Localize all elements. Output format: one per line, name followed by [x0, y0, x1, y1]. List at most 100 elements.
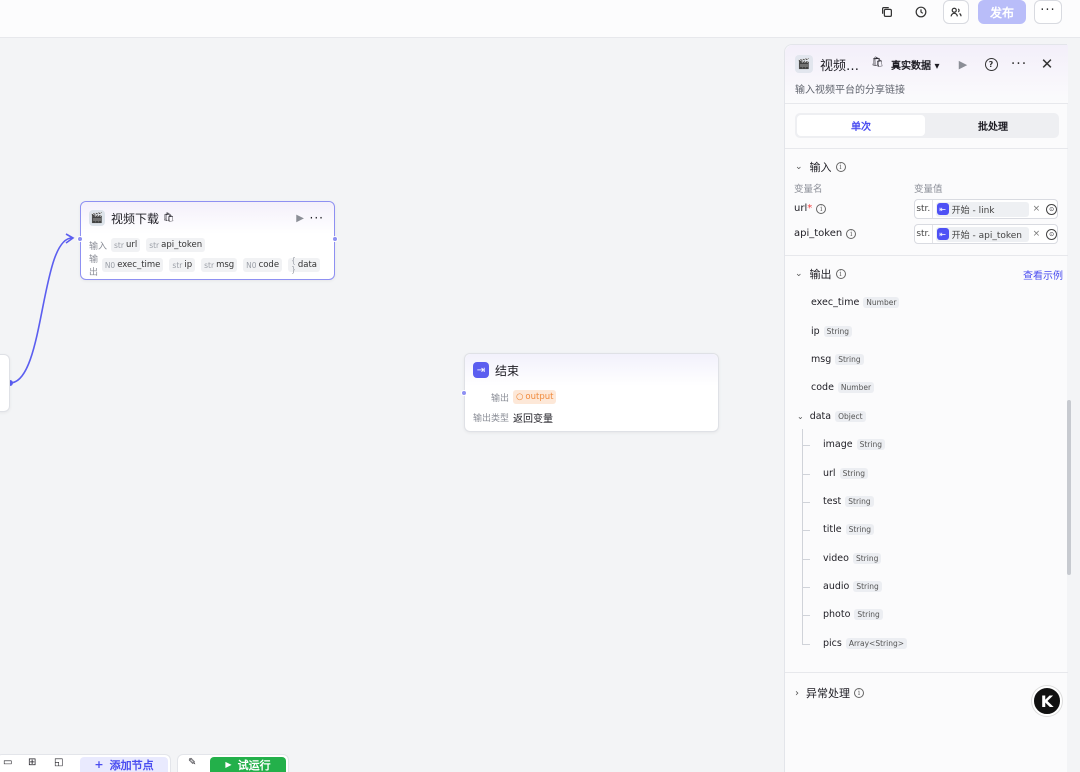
tab-batch[interactable]: 批处理 — [929, 115, 1057, 136]
divider — [785, 672, 1068, 673]
end-output-type-row: 输出类型 返回变量 — [465, 408, 718, 426]
variable-picker-icon[interactable]: ⊙ — [1046, 203, 1057, 215]
output-variable-tag: ○ output — [513, 390, 557, 404]
output-section-header[interactable]: ⌄ 输出 i — [795, 266, 846, 282]
node-title: 视频下载 — [111, 211, 160, 226]
users-icon[interactable] — [943, 0, 969, 24]
store-icon: 🛍 — [163, 213, 175, 223]
output-label: 输出 — [491, 393, 510, 404]
error-section-title: 异常处理 — [806, 687, 850, 700]
output-tag: str ip — [169, 258, 196, 272]
copy-icon[interactable] — [874, 0, 900, 24]
chevron-down-icon: ⌄ — [797, 412, 804, 421]
node-outputs-row: 输出 N0 exec_time str ip str msg N0 code { } da… — [81, 255, 334, 278]
divider — [785, 148, 1068, 149]
info-icon[interactable]: i — [846, 228, 857, 239]
output-item-data[interactable]: ⌄ data Object — [797, 411, 866, 422]
start-node-icon: ⇤ — [936, 203, 949, 215]
output-child-video: video String — [823, 553, 882, 564]
plugin-icon: 🎬 — [89, 210, 105, 226]
output-child-test: test String — [823, 496, 874, 507]
help-icon[interactable]: ? — [981, 54, 1001, 74]
output-port[interactable] — [332, 236, 338, 242]
clear-icon[interactable]: × — [1033, 229, 1041, 239]
variable-reference-field[interactable]: str. ⇤ 开始 - api_token × ⊙ — [914, 224, 1058, 244]
info-icon[interactable]: i — [816, 203, 827, 214]
variable-picker-icon[interactable]: ⊙ — [1046, 228, 1057, 240]
output-child-pics: pics Array<String> — [823, 638, 907, 649]
run-mode-tabs: 单次 批处理 — [795, 113, 1059, 138]
store-icon: 🛍 — [871, 57, 884, 68]
chevron-down-icon: ⌄ — [795, 269, 803, 279]
input-section-header[interactable]: ⌄ 输入 i — [795, 159, 846, 175]
run-node-icon[interactable]: ▶ — [953, 54, 973, 74]
run-node-icon[interactable]: ▶ — [296, 213, 304, 224]
node-header: ⇥ 结束 — [465, 354, 718, 386]
tree-branch — [802, 502, 810, 503]
more-icon[interactable]: ··· — [1034, 0, 1062, 24]
view-example-link[interactable]: 查看示例 — [1023, 267, 1063, 282]
chevron-down-icon: ⌄ — [795, 162, 803, 172]
panel-description: 输入视频平台的分享链接 — [795, 85, 905, 96]
node-title: 结束 — [495, 363, 520, 378]
close-icon[interactable]: ✕ — [1037, 54, 1057, 74]
video-download-node[interactable]: 🎬 视频下载 🛍 ▶ ··· 输入 str url str api_token 输出… — [77, 201, 338, 280]
workflow-canvas[interactable]: 🎬 视频下载 🛍 ▶ ··· 输入 str url str api_token 输出… — [0, 38, 784, 772]
debug-icon[interactable]: ✎ — [188, 757, 196, 768]
node-header: 🎬 视频下载 🛍 ▶ ··· — [81, 202, 334, 234]
tree-branch — [802, 615, 810, 616]
output-item-ip: ip String — [811, 326, 853, 337]
output-item-code: code Number — [811, 382, 875, 393]
divider — [785, 255, 1068, 256]
layout-icon[interactable]: ⊞ — [28, 757, 36, 768]
tree-branch — [802, 445, 810, 446]
info-icon[interactable]: i — [835, 162, 846, 172]
panel-scrollbar[interactable] — [1067, 400, 1071, 575]
type-selector[interactable]: str. — [915, 200, 933, 218]
input-port[interactable] — [461, 390, 467, 396]
more-icon[interactable]: ··· — [1009, 54, 1029, 74]
output-tag: N0 code — [243, 258, 283, 272]
info-icon[interactable]: i — [854, 688, 864, 698]
minimap-icon[interactable]: ▭ — [3, 757, 12, 768]
end-node[interactable]: ⇥ 结束 输出 ○ output 输出类型 返回变量 — [461, 353, 719, 432]
chevron-right-icon: › — [795, 687, 799, 699]
outputs-label: 输出 — [89, 255, 99, 278]
output-type-label: 输出类型 — [473, 413, 510, 424]
comment-icon[interactable]: ◱ — [54, 757, 63, 768]
data-mode-select[interactable]: 真实数据 ▾ — [891, 57, 940, 72]
divider — [785, 103, 1068, 104]
column-header-value: 变量值 — [914, 184, 943, 195]
node-more-icon[interactable]: ··· — [310, 211, 324, 225]
error-handling-header[interactable]: › 异常处理 i — [795, 685, 864, 701]
test-run-button[interactable]: ▶ 试运行 — [210, 757, 286, 772]
tree-branch — [802, 559, 810, 560]
tree-guide — [802, 429, 803, 644]
history-icon[interactable] — [908, 0, 934, 24]
start-node[interactable] — [0, 354, 10, 412]
output-child-audio: audio String — [823, 581, 882, 592]
input-port[interactable] — [77, 236, 83, 242]
input-section-title: 输入 — [809, 161, 832, 174]
tree-branch — [802, 474, 810, 475]
variable-reference-field[interactable]: str. ⇤ 开始 - link × ⊙ — [914, 199, 1058, 219]
tree-branch — [802, 587, 810, 588]
output-tag: { } data — [288, 256, 320, 274]
info-icon[interactable]: i — [835, 269, 846, 279]
tab-single[interactable]: 单次 — [797, 115, 925, 136]
add-node-button[interactable]: + 添加节点 — [80, 757, 168, 772]
k-logo-icon[interactable]: K — [1032, 686, 1062, 716]
inputs-label: 输入 — [89, 241, 108, 252]
type-selector[interactable]: str. — [915, 225, 933, 243]
input-tag: str api_token — [146, 238, 206, 252]
output-child-url: url String — [823, 468, 868, 479]
input-name-url: url * i — [794, 203, 827, 214]
output-tag: str msg — [201, 258, 238, 272]
start-node-icon: ⇤ — [936, 228, 949, 240]
top-toolbar: 发布 ··· — [0, 0, 1080, 38]
tree-branch — [802, 530, 810, 531]
clear-icon[interactable]: × — [1033, 204, 1041, 214]
publish-button[interactable]: 发布 — [978, 0, 1026, 24]
output-child-title: title String — [823, 524, 874, 535]
node-config-panel: 🎬 视频… 🛍 真实数据 ▾ ▶ ? ··· ✕ 输入视频平台的分享链接 单次 … — [784, 44, 1071, 772]
